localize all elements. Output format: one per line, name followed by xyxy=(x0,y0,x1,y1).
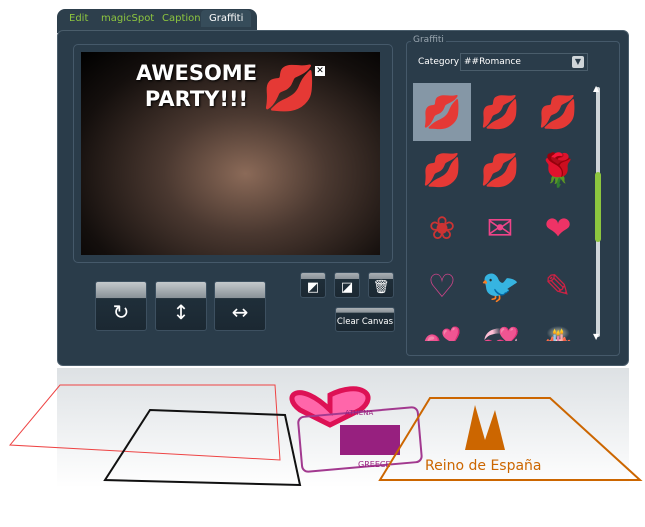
graffiti-item-magenta-lips[interactable]: 💋 xyxy=(529,83,585,141)
graffiti-item-kiss-me-heart[interactable]: ♡ xyxy=(413,257,471,315)
cathedral xyxy=(465,405,505,450)
parthenon xyxy=(340,425,400,455)
graffiti-grid: 💋💋💋💋💋🌹❀✉❤♡🐦✎💕💞🎂 xyxy=(413,83,585,341)
graffiti-item-love-card[interactable]: ✎ xyxy=(529,257,585,315)
flip-vertical-button[interactable]: ↕ xyxy=(155,281,207,331)
graffiti-item-rose-bloom[interactable]: ❀ xyxy=(413,199,471,257)
graffiti-item-red-lips[interactable]: 💋 xyxy=(413,83,471,141)
bring-front-icon: ◩ xyxy=(306,279,320,295)
tab-caption[interactable]: Caption xyxy=(162,13,201,24)
rotate-button[interactable]: ↻ xyxy=(95,281,147,331)
flip-horizontal-button[interactable]: ↔ xyxy=(214,281,266,331)
chevron-down-icon[interactable]: ▼ xyxy=(572,56,584,68)
graffiti-text[interactable]: AWESOME PARTY!!! xyxy=(136,60,257,112)
graffiti-item-hearts-cluster[interactable]: 💞 xyxy=(471,315,529,341)
graffiti-item-hearts[interactable]: 💕 xyxy=(413,315,471,341)
athens-text: ATHENA xyxy=(345,409,373,417)
send-back-icon: ◪ xyxy=(340,279,354,295)
tab-edit[interactable]: Edit xyxy=(69,13,88,24)
heart-stamp xyxy=(289,386,371,428)
graffiti-item-love-letter[interactable]: ✉ xyxy=(471,199,529,257)
tab-graffiti[interactable]: Graffiti xyxy=(201,10,252,27)
delete-button[interactable]: 🗑 xyxy=(368,272,394,298)
flip-horizontal-icon: ↔ xyxy=(231,300,249,324)
tab-magicspot[interactable]: magicSpot xyxy=(101,13,154,24)
scroll-down-icon[interactable]: ▼ xyxy=(593,332,599,341)
category-value: ##Romance xyxy=(464,57,521,67)
rotate-icon: ↻ xyxy=(112,300,130,324)
graffiti-item-rose[interactable]: 🌹 xyxy=(529,141,585,199)
scrollbar-thumb[interactable] xyxy=(595,172,601,242)
greece-text: GREECE xyxy=(358,460,391,469)
floral-frame xyxy=(8,384,281,461)
send-back-button[interactable]: ◪ xyxy=(334,272,360,298)
stamp-decorations: ATHENA GREECE Reino de España xyxy=(8,384,643,487)
scroll-up-icon[interactable]: ▲ xyxy=(593,84,599,93)
graffiti-item-cake[interactable]: 🎂 xyxy=(529,315,585,341)
graffiti-item-love-birds[interactable]: 🐦 xyxy=(471,257,529,315)
graffiti-item-purple-lips[interactable]: 💋 xyxy=(471,141,529,199)
clear-canvas-button[interactable]: Clear Canvas xyxy=(335,307,395,332)
graffiti-item-winged-heart[interactable]: ❤ xyxy=(529,199,585,257)
text-line-2: PARTY!!! xyxy=(144,87,249,111)
category-label: Category xyxy=(418,57,460,67)
lips-sticker[interactable]: 💋 xyxy=(262,62,317,114)
category-select[interactable]: ##Romance ▼ xyxy=(460,53,588,71)
sketch-frame xyxy=(103,408,302,487)
text-line-1: AWESOME xyxy=(136,61,258,85)
close-icon[interactable]: ✕ xyxy=(315,66,325,76)
bring-front-button[interactable]: ◩ xyxy=(300,272,326,298)
spain-text: Reino de España xyxy=(425,458,542,474)
graffiti-item-red-lips-2[interactable]: 💋 xyxy=(471,83,529,141)
trash-icon: 🗑 xyxy=(372,279,390,295)
flip-vertical-icon: ↕ xyxy=(172,300,190,324)
panel-legend: Graffiti xyxy=(411,35,446,45)
graffiti-item-green-lips[interactable]: 💋 xyxy=(413,141,471,199)
